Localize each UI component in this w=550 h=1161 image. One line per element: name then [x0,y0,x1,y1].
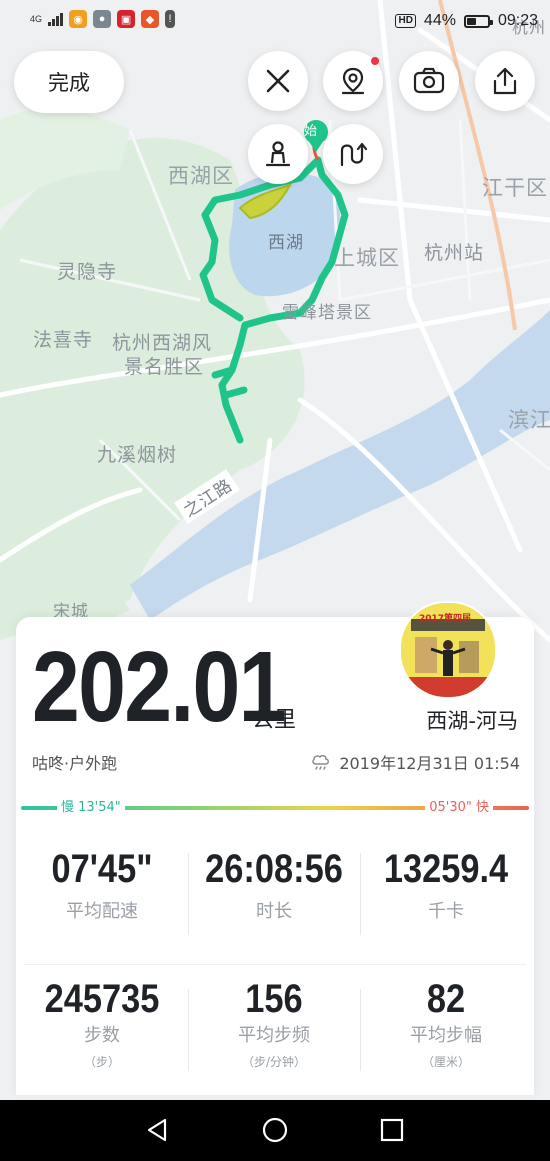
stat-sub: （步/分钟） [241,1055,307,1069]
done-button[interactable]: 完成 [14,51,124,113]
back-triangle-icon [147,1118,167,1142]
stat-label: 步数 [84,1025,120,1046]
stat-steps: 245735 步数 （步） [16,977,188,1070]
map-label-hangzhou-station: 杭州站 [424,242,485,264]
home-circle-icon [262,1117,288,1143]
person-icon [265,141,291,167]
weather-rain-icon [312,755,330,770]
divider [360,989,361,1071]
stat-label: 平均配速 [66,901,138,922]
map-label-west-lake: 西湖 [268,233,304,253]
camera-button[interactable] [399,51,459,111]
close-button[interactable] [248,51,308,111]
signal-icon [48,12,64,26]
map-label-jiuxi: 九溪烟树 [97,444,178,466]
map-label-binjiang: 滨江 [508,408,550,432]
map-label-faxi: 法喜寺 [33,329,94,351]
start-marker-label: 始 [304,124,319,139]
recents-button[interactable] [372,1112,412,1148]
stat-value: 07'45" [51,847,153,891]
stat-sub: （步） [83,1055,120,1069]
stat-value: 156 [245,977,303,1021]
map-label-lingyin: 灵隐寺 [57,261,118,283]
recents-square-icon [380,1118,404,1142]
home-button[interactable] [255,1112,295,1148]
back-button[interactable] [137,1112,177,1148]
share-button[interactable] [475,51,535,111]
stat-avg-pace: 07'45" 平均配速 [16,847,188,923]
clock: 09:23 [497,12,538,29]
location-button[interactable] [323,51,383,111]
stat-label: 时长 [256,901,292,922]
battery-percent: 44% [423,12,456,29]
route-toggle-icon [340,142,368,167]
divider [360,853,361,935]
avatar-caption: 2017第四届 [419,614,472,624]
stat-value: 13259.4 [383,847,509,891]
map-label-scenic-1: 杭州西湖风 [112,332,213,354]
map-label-xihu-district: 西湖区 [168,164,234,188]
alert-icon: ! [165,10,176,28]
stat-cadence: 156 平均步频 （步/分钟） [188,977,360,1070]
hd-badge: HD [395,14,416,28]
stat-label: 平均步频 [238,1025,310,1046]
notification-dot [371,57,379,65]
person-button[interactable] [248,124,308,184]
taobao-icon: ◆ [141,10,160,28]
network-type: 4G [30,13,43,24]
meta-row: 咕咚·户外跑 2019年12月31日 01:54 [32,750,520,774]
stat-label: 千卡 [428,901,464,922]
close-icon [266,69,290,93]
location-pin-icon [341,67,365,95]
stat-value: 245735 [44,977,160,1021]
pace-slow-label: 慢 13'54" [57,799,125,817]
map-label-jianggan: 江干区 [482,176,548,200]
distance-unit: 公里 [252,708,297,733]
status-bar: 4G ◉ ● ▣ ◆ ! HD 44% 09:23 [0,0,550,42]
stat-value: 26:08:56 [205,847,343,891]
activity-datetime: 2019年12月31日 01:54 [339,754,520,773]
share-icon [493,67,517,95]
activity-datetime-group: 2019年12月31日 01:54 [311,750,520,774]
camera-icon [413,67,445,94]
pace-fast-label: 05'30" 快 [425,799,493,817]
stat-stride: 82 平均步幅 （厘米） [360,977,532,1070]
stat-sub: （厘米） [421,1055,470,1069]
stat-duration: 26:08:56 时长 [188,847,360,923]
route-toggle-button[interactable] [323,124,383,184]
avatar[interactable]: 2017第四届 [399,601,497,699]
app-notification-icon: ▣ [117,10,136,28]
route-name[interactable]: 西湖-河马 [426,705,518,735]
divider [188,989,189,1071]
stat-value: 82 [426,977,466,1021]
battery-icon [463,14,493,28]
pace-gradient-bar: 慢 13'54" 05'30" 快 [21,799,529,817]
divider [24,964,526,965]
activity-source: 咕咚·户外跑 [32,754,118,773]
summary-card: 202.01 公里 2017第四届 西湖-河马 咕咚·户外跑 2019年12月3… [16,601,534,1095]
map-label-leifeng: 雷峰塔景区 [282,303,372,323]
divider [188,853,189,935]
stat-label: 平均步幅 [410,1025,482,1046]
system-nav-bar [0,1100,550,1161]
map-label-shangcheng: 上城区 [334,246,400,270]
stat-calories: 13259.4 千卡 [360,847,532,923]
map-label-scenic-2: 景名胜区 [124,356,205,378]
wechat-icon: ● [93,10,112,28]
total-distance: 202.01 [32,631,286,743]
app-notification-icon: ◉ [69,10,88,28]
